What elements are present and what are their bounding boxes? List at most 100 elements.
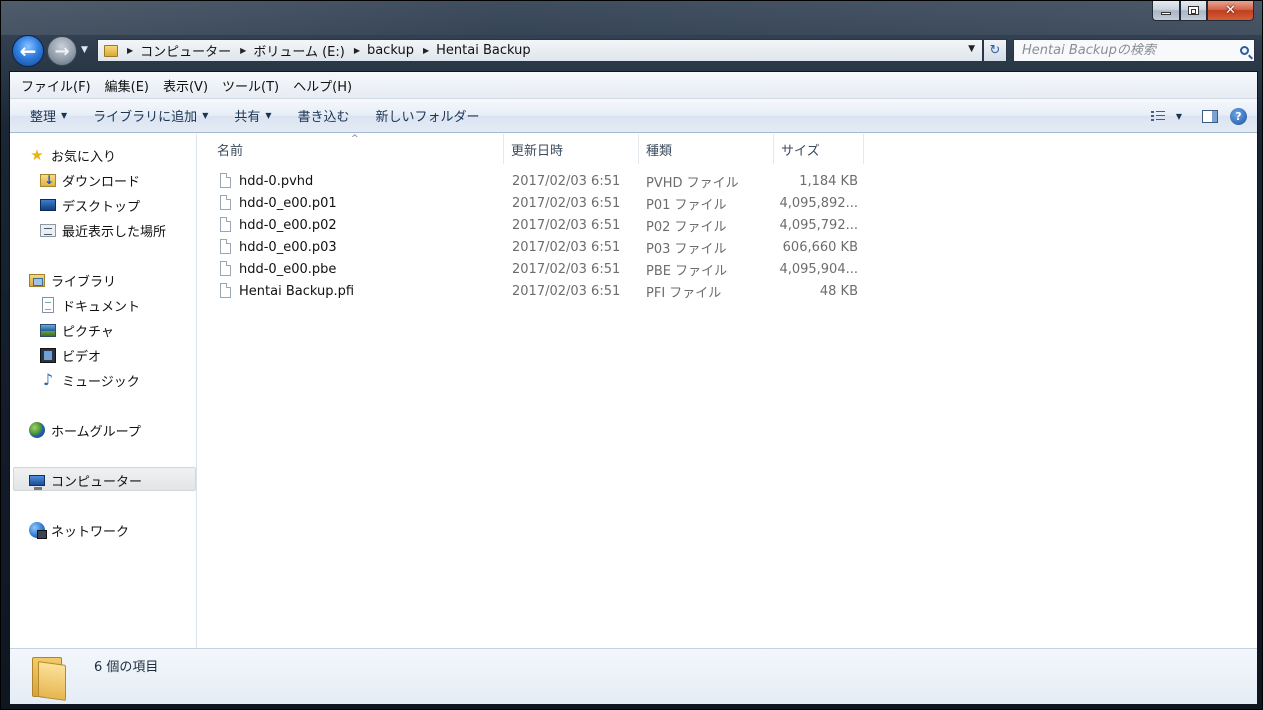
minimize-button[interactable]	[1152, 1, 1180, 21]
nav-network[interactable]: ネットワーク	[29, 519, 129, 541]
pictures-icon	[40, 323, 56, 337]
explorer-body: ★ お気に入り ダウンロード デスクトップ 最近表示した場所 ライ	[10, 134, 1257, 648]
breadcrumb-hentai-backup[interactable]: Hentai Backup	[436, 43, 530, 58]
navigation-pane[interactable]: ★ お気に入り ダウンロード デスクトップ 最近表示した場所 ライ	[10, 134, 197, 648]
burn-button[interactable]: 書き込む	[288, 106, 360, 125]
column-header-type[interactable]: 種類	[639, 134, 774, 164]
breadcrumb-separator-icon[interactable]: ▶	[423, 46, 429, 55]
change-view-icon[interactable]	[1150, 110, 1165, 122]
nav-documents-label: ドキュメント	[62, 299, 141, 315]
explorer-client-area: ファイル(F) 編集(E) 表示(V) ツール(T) ヘルプ(H) 整理 ▼ ラ…	[9, 71, 1258, 704]
breadcrumb-separator-icon[interactable]: ▶	[127, 46, 133, 55]
file-size: 4,095,904...	[779, 261, 858, 277]
nav-computer[interactable]: コンピューター	[29, 469, 142, 491]
menu-help[interactable]: ヘルプ(H)	[286, 76, 359, 95]
maximize-button[interactable]	[1180, 1, 1207, 21]
refresh-button[interactable]: ↻	[983, 39, 1007, 62]
nav-music[interactable]: ♪ ミュージック	[40, 369, 140, 391]
nav-recent-places[interactable]: 最近表示した場所	[40, 219, 166, 241]
forward-button[interactable]: →	[47, 36, 77, 66]
chevron-down-icon: ▼	[202, 111, 209, 120]
breadcrumb-separator-icon[interactable]: ▶	[240, 46, 246, 55]
search-icon[interactable]	[1234, 46, 1254, 55]
preview-pane-icon[interactable]	[1202, 109, 1218, 123]
file-list[interactable]: 名前 ^ 更新日時 種類 サイズ hdd-0.pvhd 2017/02/03 6…	[198, 134, 1257, 648]
back-arrow-icon: ←	[19, 39, 37, 63]
file-name: hdd-0_e00.p01	[239, 195, 337, 211]
nav-pictures[interactable]: ピクチャ	[40, 319, 114, 341]
search-input[interactable]	[1014, 40, 1234, 61]
recent-places-icon	[40, 223, 56, 237]
column-header-size-label: サイズ	[781, 143, 820, 159]
file-icon	[220, 173, 231, 188]
address-dropdown-icon[interactable]: ▼	[968, 44, 975, 54]
sort-ascending-icon: ^	[351, 134, 359, 144]
maximize-icon	[1188, 6, 1199, 15]
breadcrumb-separator-icon[interactable]: ▶	[354, 46, 360, 55]
organize-button[interactable]: 整理 ▼	[20, 106, 77, 125]
include-in-library-button[interactable]: ライブラリに追加 ▼	[83, 106, 218, 125]
file-row[interactable]: hdd-0_e00.pbe 2017/02/03 6:51 PBE ファイル 4…	[198, 258, 878, 280]
column-header-size[interactable]: サイズ	[774, 134, 864, 164]
menu-edit[interactable]: 編集(E)	[98, 76, 156, 95]
menu-tools[interactable]: ツール(T)	[215, 76, 286, 95]
file-type: P01 ファイル	[646, 197, 727, 213]
item-count: 6 個の項目	[94, 660, 159, 675]
details-pane: 6 個の項目	[10, 648, 1257, 704]
close-icon: ✕	[1225, 3, 1236, 18]
file-date: 2017/02/03 6:51	[512, 283, 621, 299]
nav-homegroup[interactable]: ホームグループ	[29, 419, 141, 441]
include-in-library-label: ライブラリに追加	[93, 110, 198, 125]
file-size: 48 KB	[819, 283, 858, 299]
file-size: 4,095,892...	[779, 195, 858, 211]
nav-libraries[interactable]: ライブラリ	[29, 269, 116, 291]
file-row[interactable]: hdd-0_e00.p02 2017/02/03 6:51 P02 ファイル 4…	[198, 214, 878, 236]
search-box	[1013, 39, 1255, 62]
file-icon	[220, 261, 231, 276]
organize-label: 整理	[30, 110, 57, 125]
folder-icon	[104, 44, 118, 57]
new-folder-button[interactable]: 新しいフォルダー	[366, 106, 490, 125]
breadcrumb-volume[interactable]: ボリューム (E:)	[253, 41, 344, 60]
file-name: hdd-0.pvhd	[239, 173, 314, 189]
column-header-name-label: 名前	[217, 143, 244, 159]
nav-computer-label: コンピューター	[51, 474, 143, 490]
help-icon[interactable]: ?	[1230, 107, 1247, 125]
documents-icon	[42, 297, 54, 313]
breadcrumb-computer[interactable]: コンピューター	[140, 41, 231, 60]
videos-icon	[40, 347, 56, 363]
file-row[interactable]: hdd-0_e00.p01 2017/02/03 6:51 P01 ファイル 4…	[198, 192, 878, 214]
nav-documents[interactable]: ドキュメント	[40, 294, 140, 316]
file-icon	[220, 217, 231, 232]
library-icon	[29, 273, 45, 287]
file-icon	[220, 195, 231, 210]
recent-pages-button[interactable]: ▼	[81, 45, 88, 55]
share-label: 共有	[234, 110, 261, 125]
file-row[interactable]: Hentai Backup.pfi 2017/02/03 6:51 PFI ファ…	[198, 280, 878, 302]
folder-icon	[30, 655, 68, 701]
chevron-down-icon: ▼	[81, 45, 88, 55]
close-button[interactable]: ✕	[1207, 1, 1254, 21]
nav-desktop[interactable]: デスクトップ	[40, 194, 140, 216]
nav-videos-label: ビデオ	[62, 349, 102, 365]
file-type: PVHD ファイル	[646, 175, 739, 191]
address-bar[interactable]: ▶ コンピューター ▶ ボリューム (E:) ▶ backup ▶ Hentai…	[97, 39, 983, 62]
file-name: Hentai Backup.pfi	[239, 283, 355, 299]
nav-desktop-label: デスクトップ	[62, 199, 141, 215]
minimize-icon	[1161, 12, 1171, 15]
nav-downloads[interactable]: ダウンロード	[40, 169, 140, 191]
toolbar-right: ▼ ?	[1150, 99, 1247, 133]
nav-favorites[interactable]: ★ お気に入り	[29, 144, 116, 166]
share-button[interactable]: 共有 ▼	[224, 106, 281, 125]
file-row[interactable]: hdd-0.pvhd 2017/02/03 6:51 PVHD ファイル 1,1…	[198, 170, 878, 192]
menu-file[interactable]: ファイル(F)	[14, 76, 98, 95]
nav-videos[interactable]: ビデオ	[40, 344, 101, 366]
file-date: 2017/02/03 6:51	[512, 195, 621, 211]
menu-view[interactable]: 表示(V)	[156, 76, 215, 95]
breadcrumb-backup[interactable]: backup	[367, 43, 414, 58]
column-header-date[interactable]: 更新日時	[504, 134, 639, 164]
file-name: hdd-0_e00.pbe	[239, 261, 337, 277]
back-button[interactable]: ←	[12, 35, 44, 67]
file-row[interactable]: hdd-0_e00.p03 2017/02/03 6:51 P03 ファイル 6…	[198, 236, 878, 258]
view-options-button[interactable]: ▼	[1171, 112, 1182, 121]
